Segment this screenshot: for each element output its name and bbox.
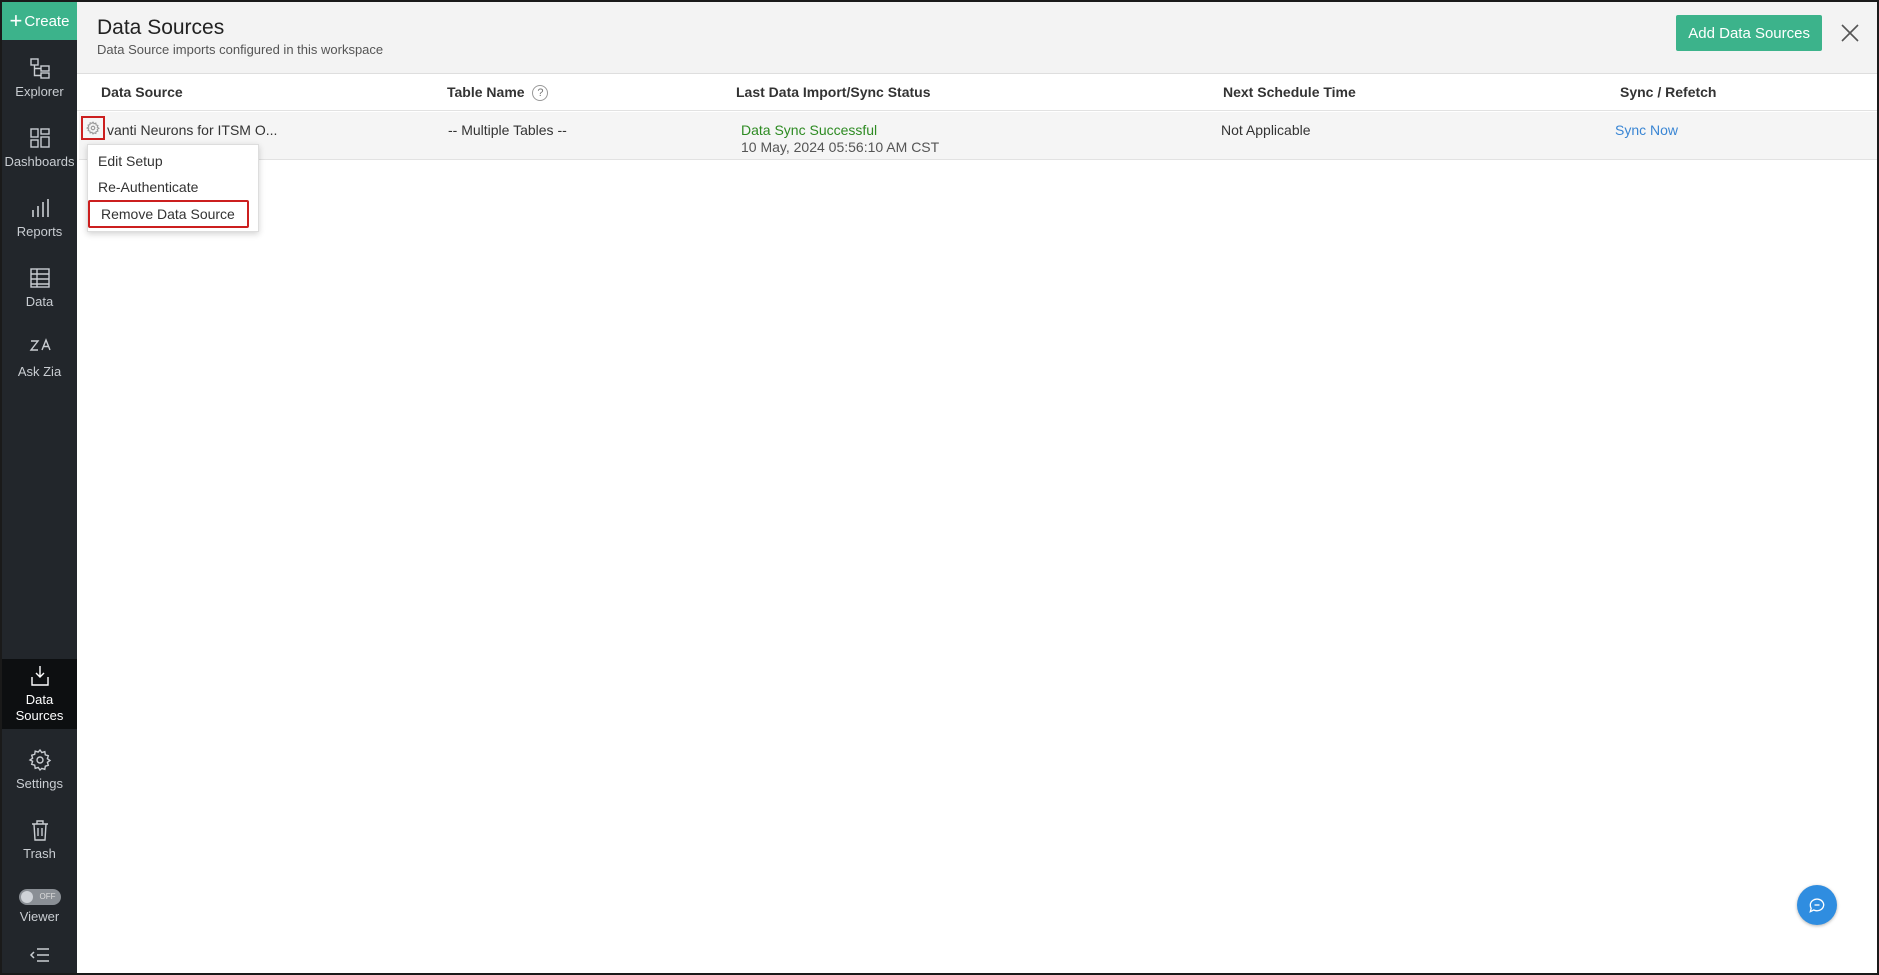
sidebar: + Create Explorer Dashboards Reports Dat… (0, 0, 77, 975)
sidebar-item-explorer[interactable]: Explorer (2, 52, 77, 102)
column-header-next-schedule[interactable]: Next Schedule Time (1223, 84, 1356, 100)
chat-support-button[interactable] (1797, 885, 1837, 925)
column-header-status[interactable]: Last Data Import/Sync Status (736, 84, 931, 100)
menu-item-re-authenticate[interactable]: Re-Authenticate (98, 179, 198, 195)
data-source-name[interactable]: vanti Neurons for ITSM O... (107, 122, 277, 138)
dashboards-icon (29, 127, 50, 148)
sidebar-item-settings[interactable]: Settings (2, 744, 77, 794)
sidebar-item-ask-zia[interactable]: Ask Zia (2, 332, 77, 382)
collapse-sidebar-button[interactable] (2, 940, 77, 970)
column-header-table-name[interactable]: Table Name ? (447, 84, 549, 102)
row-context-menu: Edit Setup Re-Authenticate Remove Data S… (87, 144, 259, 232)
table-name: -- Multiple Tables -- (448, 122, 567, 138)
close-icon[interactable] (1839, 22, 1861, 44)
menu-item-remove-data-source[interactable]: Remove Data Source (88, 200, 249, 228)
column-header-data-source[interactable]: Data Source (101, 84, 183, 100)
table-row: vanti Neurons for ITSM O... -- Multiple … (79, 112, 1877, 160)
sidebar-item-trash[interactable]: Trash (2, 814, 77, 864)
row-settings-button[interactable] (81, 116, 105, 140)
gear-icon (86, 121, 100, 135)
help-icon[interactable]: ? (532, 85, 549, 102)
plus-icon: + (9, 8, 23, 33)
sidebar-item-label: Ask Zia (17, 363, 62, 379)
trash-icon (31, 819, 48, 841)
sidebar-item-label: Trash (23, 845, 56, 861)
viewer-label: Viewer (19, 908, 60, 924)
sidebar-item-reports[interactable]: Reports (2, 192, 77, 242)
sidebar-item-label: Dashboards (4, 153, 75, 169)
explorer-icon (29, 57, 50, 79)
next-schedule-time: Not Applicable (1221, 122, 1311, 138)
toggle-knob (20, 890, 33, 903)
sidebar-item-label: Reports (16, 223, 63, 239)
sidebar-item-dashboards[interactable]: Dashboards (2, 122, 77, 172)
page-title: Data Sources (97, 16, 225, 39)
sidebar-item-data[interactable]: Data (2, 262, 77, 312)
gear-icon (28, 748, 51, 771)
sync-timestamp: 10 May, 2024 05:56:10 AM CST (741, 139, 940, 155)
page-subtitle: Data Source imports configured in this w… (97, 42, 384, 57)
sidebar-item-label: Explorer (15, 83, 64, 99)
sidebar-item-label: Settings (16, 775, 63, 791)
menu-item-edit-setup[interactable]: Edit Setup (98, 153, 163, 169)
viewer-toggle[interactable]: OFF Viewer (2, 884, 77, 928)
collapse-icon (29, 948, 49, 962)
toggle-switch[interactable]: OFF (18, 888, 61, 905)
data-sources-icon (30, 666, 49, 686)
create-button[interactable]: + Create (2, 2, 77, 40)
sync-status: Data Sync Successful (741, 122, 878, 138)
sidebar-item-data-sources[interactable]: Data Sources (2, 659, 77, 729)
reports-icon (31, 198, 49, 217)
add-data-sources-button[interactable]: Add Data Sources (1676, 15, 1822, 51)
toggle-state: OFF (39, 892, 56, 901)
sidebar-item-label: Data (25, 293, 54, 309)
page-header: Data Sources Data Source imports configu… (77, 2, 1877, 74)
sidebar-item-label: Data Sources (15, 692, 64, 723)
column-header-sync[interactable]: Sync / Refetch (1620, 84, 1716, 100)
ask-zia-icon (29, 337, 51, 351)
chat-icon (1809, 898, 1825, 913)
table-header: Data Source Table Name ? Last Data Impor… (77, 74, 1877, 111)
column-header-label: Table Name (447, 84, 525, 100)
data-icon (29, 267, 50, 288)
sync-now-link[interactable]: Sync Now (1615, 122, 1678, 138)
create-label: Create (24, 12, 70, 30)
